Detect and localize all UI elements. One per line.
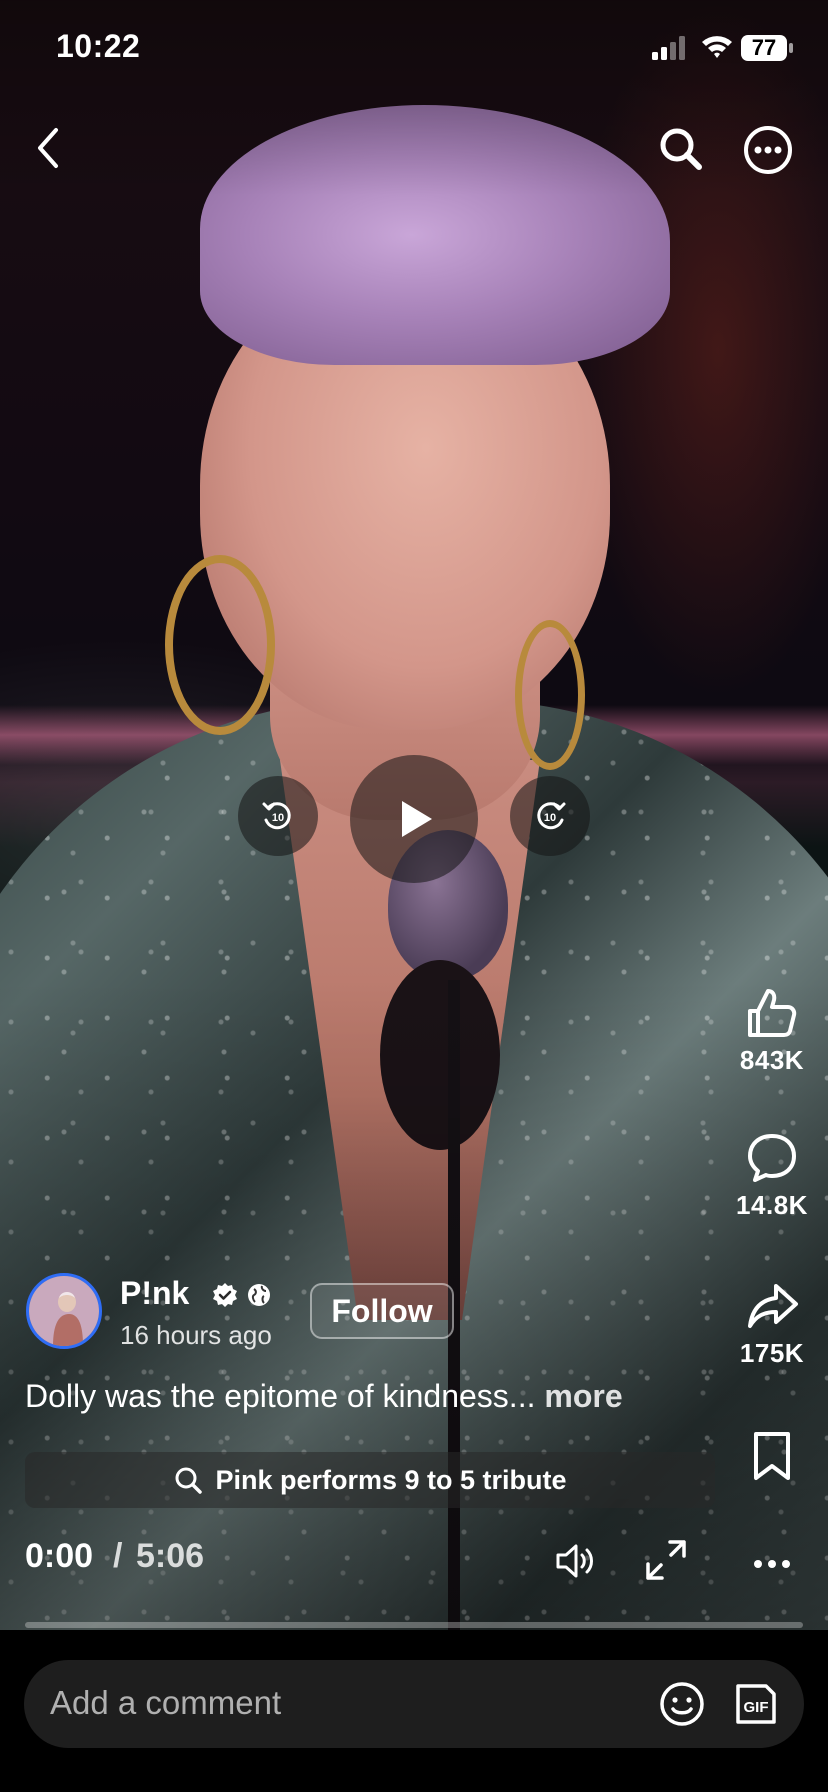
forward-10-label: 10	[544, 812, 556, 824]
caption-text: Dolly was the epitome of kindness...	[25, 1378, 536, 1414]
gif-label: GIF	[744, 1699, 769, 1716]
caption[interactable]: Dolly was the epitome of kindness... mor…	[25, 1378, 725, 1415]
forward-10-icon: 10	[537, 802, 566, 830]
play-button[interactable]	[350, 755, 478, 883]
time-separator: /	[113, 1537, 123, 1575]
back-button[interactable]	[26, 120, 70, 176]
verified-badge-icon	[213, 1283, 237, 1307]
author-name[interactable]: P!nk	[120, 1275, 189, 1312]
gif-icon[interactable]: GIF	[732, 1680, 780, 1728]
forward-10-button[interactable]: 10	[510, 776, 590, 856]
comment-group: 14.8K	[712, 1130, 828, 1221]
save-group	[712, 1428, 828, 1484]
caption-more-link[interactable]: more	[544, 1378, 622, 1414]
thumbs-up-icon[interactable]	[744, 985, 800, 1041]
status-bar: 10:22 77	[0, 0, 828, 100]
like-group: 843K	[712, 985, 828, 1076]
time-total: 5:06	[136, 1537, 205, 1575]
emoji-icon[interactable]	[658, 1680, 706, 1728]
comment-count: 14.8K	[736, 1190, 808, 1220]
globe-icon	[248, 1284, 270, 1306]
status-time: 10:22	[56, 28, 141, 64]
progress-bar[interactable]	[25, 1622, 803, 1628]
rewind-10-icon: 10	[262, 802, 291, 830]
more-dots-icon[interactable]	[744, 1536, 800, 1592]
wifi-icon	[702, 36, 732, 58]
like-count: 843K	[739, 1045, 805, 1075]
fullscreen-icon[interactable]	[644, 1538, 688, 1582]
share-count: 175K	[739, 1338, 805, 1368]
avatar-image	[29, 1276, 99, 1346]
search-suggestion-chip[interactable]: Pink performs 9 to 5 tribute	[25, 1452, 715, 1508]
signal-icon	[652, 36, 685, 60]
options-group	[712, 1536, 828, 1592]
time-current: 0:00	[25, 1537, 94, 1575]
search-icon[interactable]	[655, 120, 707, 176]
comment-bubble-icon[interactable]	[744, 1130, 800, 1186]
reel-screen: 10:22 77 10 10 843K 14.8K 175K P!nk 16 h…	[0, 0, 828, 1792]
play-icon	[402, 801, 432, 837]
battery-level: 77	[751, 35, 777, 60]
post-time: 16 hours ago	[120, 1320, 272, 1350]
bookmark-icon[interactable]	[744, 1428, 800, 1484]
comment-placeholder: Add a comment	[50, 1684, 282, 1721]
search-suggestion-text: Pink performs 9 to 5 tribute	[215, 1464, 567, 1495]
follow-button[interactable]: Follow	[310, 1283, 454, 1339]
search-icon	[175, 1467, 203, 1494]
volume-icon[interactable]	[553, 1538, 599, 1584]
rewind-10-label: 10	[272, 812, 284, 824]
share-arrow-icon[interactable]	[744, 1278, 800, 1334]
rewind-10-button[interactable]: 10	[238, 776, 318, 856]
avatar[interactable]	[26, 1273, 102, 1349]
share-group: 175K	[712, 1278, 828, 1369]
more-circle-icon[interactable]	[740, 122, 796, 178]
